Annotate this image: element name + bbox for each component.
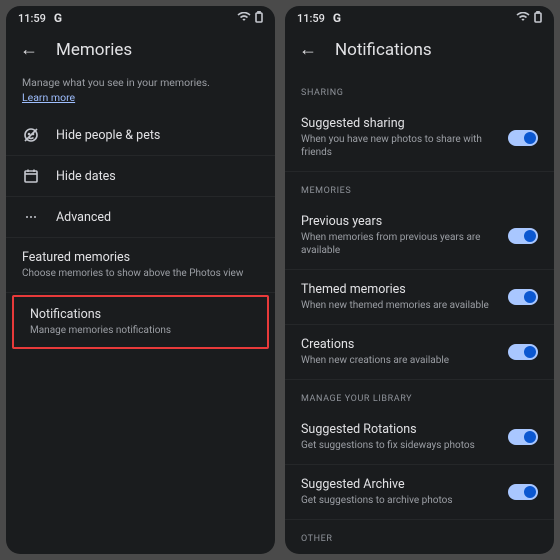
row-label: Themed memories <box>301 282 492 297</box>
row-creations[interactable]: Creations When new creations are availab… <box>285 325 554 380</box>
app-bar: ← Notifications <box>285 30 554 74</box>
row-label: Suggested Rotations <box>301 422 492 437</box>
toggle-previous-years[interactable] <box>508 228 538 244</box>
face-slash-icon <box>22 127 40 143</box>
row-sublabel: When memories from previous years are av… <box>301 231 492 257</box>
row-sublabel: Choose memories to show above the Photos… <box>22 267 259 280</box>
row-sublabel: When new themed memories are available <box>301 299 492 312</box>
row-sublabel: When you have new photos to share with f… <box>301 133 492 159</box>
row-label: Hide people & pets <box>56 128 259 143</box>
status-bar: 11:59 G <box>285 6 554 30</box>
back-arrow-icon[interactable]: ← <box>20 41 38 59</box>
page-subhead: Manage what you see in your memories. Le… <box>6 74 275 115</box>
learn-more-link[interactable]: Learn more <box>22 91 75 104</box>
row-label: Creations <box>301 337 492 352</box>
row-notifications[interactable]: Notifications Manage memories notificati… <box>12 295 269 349</box>
row-label: Suggested Archive <box>301 477 492 492</box>
more-horiz-icon <box>22 209 40 225</box>
row-sublabel: When new creations are available <box>301 354 492 367</box>
status-bar: 11:59 G <box>6 6 275 30</box>
row-label: Suggested sharing <box>301 116 492 131</box>
subhead-text: Manage what you see in your memories. <box>22 76 210 89</box>
settings-list: SHARING Suggested sharing When you have … <box>285 74 554 554</box>
section-library: MANAGE YOUR LIBRARY <box>285 380 554 410</box>
row-label: Previous years <box>301 214 492 229</box>
section-sharing: SHARING <box>285 74 554 104</box>
row-suggested-rotations[interactable]: Suggested Rotations Get suggestions to f… <box>285 410 554 465</box>
page-title: Memories <box>56 40 132 60</box>
toggle-creations[interactable] <box>508 344 538 360</box>
section-memories: MEMORIES <box>285 172 554 202</box>
row-sublabel: Manage memories notifications <box>30 324 257 337</box>
row-advanced[interactable]: Advanced <box>6 197 275 238</box>
row-sublabel: Get suggestions to archive photos <box>301 494 492 507</box>
row-featured-memories[interactable]: Featured memories Choose memories to sho… <box>6 238 275 293</box>
row-label: Featured memories <box>22 250 259 265</box>
row-hide-dates[interactable]: Hide dates <box>6 156 275 197</box>
row-previous-years[interactable]: Previous years When memories from previo… <box>285 202 554 270</box>
toggle-rotations[interactable] <box>508 429 538 445</box>
row-suggested-archive[interactable]: Suggested Archive Get suggestions to arc… <box>285 465 554 520</box>
row-label: Hide dates <box>56 169 259 184</box>
row-suggested-sharing[interactable]: Suggested sharing When you have new phot… <box>285 104 554 172</box>
toggle-suggested-sharing[interactable] <box>508 130 538 146</box>
battery-icon <box>255 11 263 26</box>
settings-list: Hide people & pets Hide dates Advanced F… <box>6 115 275 554</box>
memories-screen: 11:59 G ← Memories Manage what you see i… <box>6 6 275 554</box>
row-themed-memories[interactable]: Themed memories When new themed memories… <box>285 270 554 325</box>
calendar-icon <box>22 168 40 184</box>
toggle-themed-memories[interactable] <box>508 289 538 305</box>
row-label: Notifications <box>30 307 257 322</box>
wifi-icon <box>237 12 251 25</box>
section-other: OTHER <box>285 520 554 550</box>
toggle-archive[interactable] <box>508 484 538 500</box>
row-hide-people[interactable]: Hide people & pets <box>6 115 275 156</box>
google-g-icon: G <box>54 11 62 25</box>
back-arrow-icon[interactable]: ← <box>299 41 317 59</box>
battery-icon <box>534 11 542 26</box>
row-device-notification-settings[interactable]: Notification settings on this device Man… <box>285 550 554 554</box>
google-g-icon: G <box>333 11 341 25</box>
wifi-icon <box>516 12 530 25</box>
row-sublabel: Get suggestions to fix sideways photos <box>301 439 492 452</box>
clock: 11:59 <box>18 12 46 25</box>
app-bar: ← Memories <box>6 30 275 74</box>
page-title: Notifications <box>335 40 432 60</box>
row-label: Advanced <box>56 210 259 225</box>
notifications-screen: 11:59 G ← Notifications SHARING Suggeste… <box>285 6 554 554</box>
clock: 11:59 <box>297 12 325 25</box>
